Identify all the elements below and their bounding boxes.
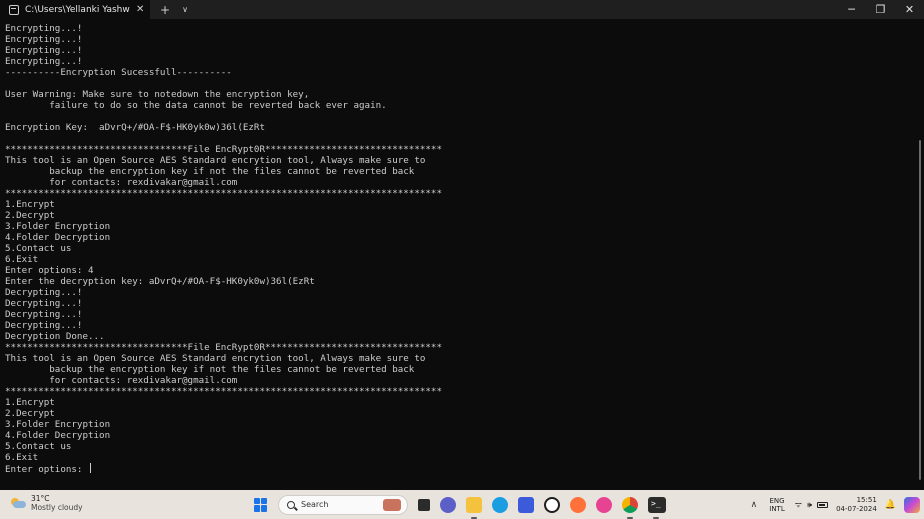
text-cursor — [89, 463, 91, 473]
clock-time: 15:51 — [856, 495, 877, 504]
clock[interactable]: 15:51 04-07-2024 — [836, 496, 877, 514]
terminal-line: Encrypting...! — [5, 45, 83, 56]
maximize-button[interactable]: ❐ — [866, 0, 895, 19]
terminal-output[interactable]: Encrypting...! Encrypting...! Encrypting..… — [5, 23, 910, 483]
terminal-prompt-line[interactable]: Enter options: — [5, 463, 910, 475]
terminal-line: for contacts: rexdivakar@gmail.com — [5, 375, 238, 386]
terminal-tab[interactable]: C:\Users\Yellanki Yashwanth\D ✕ — [0, 0, 150, 19]
task-view-icon[interactable] — [418, 498, 430, 511]
windows-start-icon[interactable] — [254, 497, 268, 512]
lang-code: ENG — [769, 496, 785, 505]
terminal-line: *********************************File En… — [5, 144, 442, 155]
lang-layout: INTL — [769, 504, 785, 513]
terminal-line: backup the encryption key if not the fil… — [5, 166, 415, 177]
tab-close-icon[interactable]: ✕ — [136, 4, 144, 15]
terminal-line: 3.Folder Encryption — [5, 221, 111, 232]
copilot-icon[interactable] — [904, 496, 920, 513]
taskbar-search-box[interactable]: Search — [278, 494, 408, 515]
notification-bell-icon[interactable]: 🔔 — [885, 500, 896, 510]
close-button[interactable]: ✕ — [895, 0, 924, 19]
terminal-line: Encryption Key: aDvrQ+/#OA-F$-HK0yk0w)36… — [5, 122, 265, 133]
terminal-line: for contacts: rexdivakar@gmail.com — [5, 177, 238, 188]
wifi-icon: ᯤ — [794, 500, 803, 509]
weather-temperature: 31°C — [31, 494, 50, 503]
terminal-line: 1.Encrypt — [5, 199, 55, 210]
terminal-scrollbar[interactable] — [919, 140, 921, 480]
volume-icon: 🕪 — [807, 499, 813, 509]
microsoft-store-icon[interactable] — [518, 496, 534, 513]
terminal-line: ----------Encryption Sucessfull---------… — [5, 67, 232, 78]
weather-description: Mostly cloudy — [31, 503, 83, 512]
show-hidden-icons-chevron-icon[interactable]: ∧ — [751, 500, 758, 510]
terminal-line: This tool is an Open Source AES Standard… — [5, 155, 426, 166]
dell-app-icon[interactable] — [544, 496, 560, 513]
terminal-line: Encrypting...! — [5, 56, 83, 67]
terminal-line: Enter options: 4 — [5, 265, 94, 276]
search-placeholder: Search — [301, 500, 329, 509]
terminal-line: ****************************************… — [5, 188, 442, 199]
terminal-line: backup the encryption key if not the fil… — [5, 364, 415, 375]
new-tab-button[interactable]: + — [160, 3, 170, 17]
terminal-tab-icon — [9, 4, 19, 15]
search-highlight-icon — [383, 498, 401, 511]
tab-title: C:\Users\Yellanki Yashwanth\D — [25, 4, 130, 15]
terminal-line: Decrypting...! — [5, 309, 83, 320]
chrome-icon[interactable] — [622, 496, 638, 519]
terminal-line: 2.Decrypt — [5, 210, 55, 221]
quick-settings[interactable]: ᯤ 🕪 — [794, 499, 829, 510]
tab-dropdown-icon[interactable]: ∨ — [182, 5, 188, 14]
terminal-line: *********************************File En… — [5, 342, 442, 353]
minimize-button[interactable]: ─ — [837, 0, 866, 19]
terminal-line: 4.Folder Decryption — [5, 232, 111, 243]
terminal-line: Decrypting...! — [5, 298, 83, 309]
terminal-line: This tool is an Open Source AES Standard… — [5, 353, 426, 364]
file-explorer-icon[interactable] — [466, 496, 482, 519]
weather-widget[interactable]: 31°C Mostly cloudy — [10, 494, 83, 512]
teams-chat-icon[interactable] — [440, 496, 456, 513]
terminal-line: User Warning: Make sure to notedown the … — [5, 89, 310, 100]
terminal-line: Encrypting...! — [5, 23, 83, 34]
clock-date: 04-07-2024 — [836, 504, 877, 513]
terminal-line: 1.Encrypt — [5, 397, 55, 408]
title-bar: C:\Users\Yellanki Yashwanth\D ✕ + ∨ ─ ❐ … — [0, 0, 924, 19]
system-tray: ∧ ENG INTL ᯤ 🕪 15:51 04-07-2024 🔔 — [751, 493, 924, 516]
terminal-line: 4.Folder Decryption — [5, 430, 111, 441]
edge-browser-icon[interactable] — [492, 496, 508, 513]
terminal-line: ****************************************… — [5, 386, 442, 397]
terminal-line: Encrypting...! — [5, 34, 83, 45]
terminal-line: Decrypting...! — [5, 320, 83, 331]
battery-icon — [817, 501, 829, 508]
window-controls: ─ ❐ ✕ — [837, 0, 924, 19]
terminal-line: Decryption Done... — [5, 331, 105, 342]
input-language-indicator[interactable]: ENG INTL — [769, 497, 784, 513]
terminal-prompt: Enter options: — [5, 464, 88, 475]
terminal-line: 5.Contact us — [5, 441, 72, 452]
search-icon — [287, 500, 295, 509]
firefox-icon[interactable] — [570, 496, 586, 513]
terminal-line: 6.Exit — [5, 254, 39, 265]
weather-cloud-icon — [10, 497, 27, 509]
terminal-line: 5.Contact us — [5, 243, 72, 254]
terminal-line: 6.Exit — [5, 452, 39, 463]
terminal-line: Decrypting...! — [5, 287, 83, 298]
terminal-line: failure to do so the data cannot be reve… — [5, 100, 387, 111]
taskbar: 31°C Mostly cloudy Search ∧ ENG INTL ᯤ — [0, 490, 924, 519]
terminal-line: 3.Folder Encryption — [5, 419, 111, 430]
photos-app-icon[interactable] — [596, 496, 612, 513]
terminal-line: 2.Decrypt — [5, 408, 55, 419]
taskbar-apps: Search — [254, 493, 666, 519]
terminal-line: Enter the decryption key: aDvrQ+/#OA-F$-… — [5, 276, 315, 287]
terminal-app-icon[interactable] — [648, 496, 666, 519]
